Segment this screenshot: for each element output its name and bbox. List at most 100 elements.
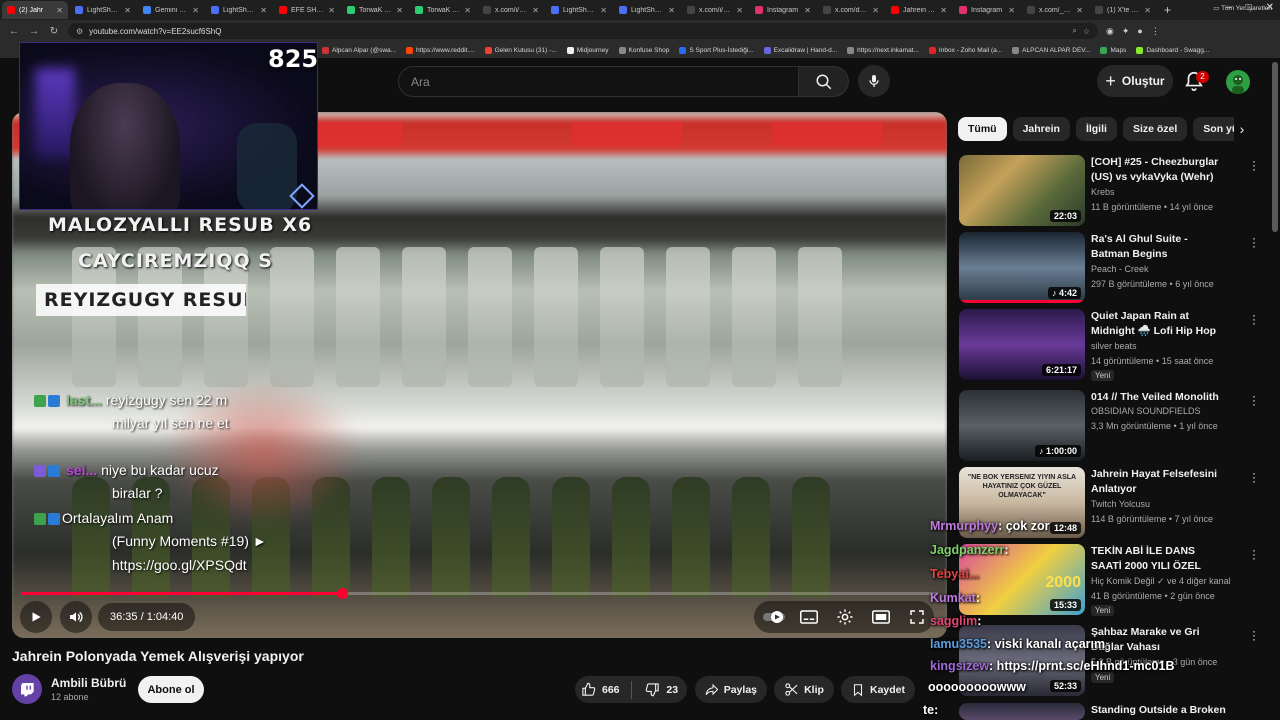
tab-close-icon[interactable]: ✕: [872, 6, 879, 15]
more-options-icon[interactable]: · · ·: [1249, 155, 1259, 175]
browser-tab[interactable]: Jahrein & C ✕: [886, 1, 952, 19]
tab-close-icon[interactable]: ✕: [56, 6, 63, 15]
all-bookmarks-folder[interactable]: ▭ Tüm Yer İşaretleri: [1213, 4, 1272, 12]
browser-tab[interactable]: Gemini Gen✕: [138, 1, 204, 19]
chevron-right-icon[interactable]: ›: [1233, 120, 1251, 138]
bookmark-item[interactable]: https://next.inkamat...: [847, 46, 919, 54]
browser-tab[interactable]: LightShot ta ✕: [546, 1, 612, 19]
bookmark-item[interactable]: S Sport Plus-İstediği...: [679, 46, 754, 54]
search-input[interactable]: Ara: [398, 66, 799, 97]
recommended-channel[interactable]: Twitch Yolcusu: [1091, 499, 1150, 509]
recommended-video[interactable]: 6:21:17 Quiet Japan Rain at Midnight 🌧️ L…: [959, 309, 1259, 381]
share-button[interactable]: Paylaş: [695, 676, 767, 703]
zoom-icon[interactable]: ⌕: [1072, 26, 1076, 36]
tab-close-icon[interactable]: ✕: [600, 6, 607, 15]
dislike-button[interactable]: 23: [637, 682, 688, 697]
settings-button[interactable]: [831, 601, 859, 633]
bookmark-item[interactable]: Excalidraw | Hand-d...: [763, 46, 837, 54]
filter-chip[interactable]: Size özel: [1122, 117, 1188, 141]
recommended-title[interactable]: 014 // The Veiled Monolith: [1091, 390, 1227, 405]
tab-close-icon[interactable]: ✕: [1144, 6, 1151, 15]
theater-mode-button[interactable]: [867, 601, 895, 633]
recommended-channel[interactable]: OBSIDIAN SOUNDFIELDS: [1091, 406, 1201, 416]
recommended-video[interactable]: ♪ 4:42 Ra's Al Ghul Suite - Batman Begins…: [959, 232, 1259, 304]
autoplay-toggle[interactable]: [760, 601, 788, 633]
tab-close-icon[interactable]: ✕: [124, 6, 131, 15]
tab-close-icon[interactable]: ✕: [940, 6, 947, 15]
bookmark-star-icon[interactable]: ☆: [1083, 27, 1090, 36]
puzzle-icon[interactable]: ✦: [1122, 26, 1130, 37]
video-thumbnail[interactable]: [959, 703, 1085, 720]
reload-icon[interactable]: ↻: [48, 26, 60, 37]
account-avatar[interactable]: [1226, 70, 1250, 94]
forward-icon[interactable]: →: [28, 26, 40, 37]
recommended-title[interactable]: Quiet Japan Rain at Midnight 🌧️ Lofi Hip…: [1091, 309, 1227, 339]
browser-tab[interactable]: x.com/i/stat ✕: [682, 1, 748, 19]
profile-icon[interactable]: ●: [1137, 26, 1142, 37]
volume-button[interactable]: [60, 601, 92, 633]
recommended-title[interactable]: Standing Outside a Broken: [1091, 703, 1227, 718]
extension-icon[interactable]: ◉: [1106, 26, 1114, 37]
voice-search-button[interactable]: [858, 65, 890, 97]
browser-tab[interactable]: x.com/daily ✕: [818, 1, 884, 19]
bookmark-item[interactable]: Gelen Kutusu (31) -...: [484, 46, 557, 54]
tab-close-icon[interactable]: ✕: [328, 6, 335, 15]
tab-close-icon[interactable]: ✕: [1008, 6, 1015, 15]
create-button[interactable]: + Oluştur: [1097, 65, 1173, 97]
browser-tab[interactable]: LightShot ta ✕: [206, 1, 272, 19]
video-thumbnail[interactable]: 6:21:17: [959, 309, 1085, 380]
filter-chip[interactable]: Jahrein: [1012, 117, 1070, 141]
save-button[interactable]: Kaydet: [841, 676, 915, 703]
tab-close-icon[interactable]: ✕: [532, 6, 539, 15]
subtitles-button[interactable]: [795, 601, 823, 633]
recommended-title[interactable]: Jahrein Hayat Felsefesini Anlatıyor: [1091, 467, 1227, 497]
browser-tab[interactable]: Instagram ✕: [954, 1, 1020, 19]
search-button[interactable]: [799, 66, 849, 97]
tab-close-icon[interactable]: ✕: [668, 6, 675, 15]
menu-icon[interactable]: ⋮: [1151, 26, 1160, 37]
recommended-channel[interactable]: silver beats: [1091, 341, 1137, 351]
browser-tab[interactable]: Instagram ✕: [750, 1, 816, 19]
browser-tab[interactable]: x.com/_mid ✕: [1022, 1, 1088, 19]
bookmark-item[interactable]: ALPCAN ALPAR DEV...: [1012, 46, 1090, 54]
play-button[interactable]: [20, 601, 52, 633]
bookmark-item[interactable]: Dashboard - Swagg...: [1136, 46, 1209, 54]
more-options-icon[interactable]: · · ·: [1249, 232, 1259, 252]
progress-bar[interactable]: [21, 588, 938, 599]
recommended-title[interactable]: Ra's Al Ghul Suite - Batman Begins Sound…: [1091, 232, 1227, 262]
recommended-title[interactable]: [COH] #25 - Cheezburglar (US) vs vykaVyk…: [1091, 155, 1227, 185]
tab-close-icon[interactable]: ✕: [260, 6, 267, 15]
tab-close-icon[interactable]: ✕: [736, 6, 743, 15]
browser-tab[interactable]: (2) Jahr ✕: [2, 1, 68, 19]
bookmark-item[interactable]: Inbox - Zoho Mail (a...: [928, 46, 1002, 54]
progress-scrubber[interactable]: [336, 588, 348, 599]
more-options-icon[interactable]: · · ·: [1249, 390, 1259, 410]
recommended-channel[interactable]: Krebs: [1091, 187, 1115, 197]
page-scrollbar[interactable]: [1272, 62, 1278, 232]
filter-chip[interactable]: İlgili: [1075, 117, 1117, 141]
tab-close-icon[interactable]: ✕: [396, 6, 403, 15]
channel-avatar[interactable]: [12, 674, 42, 704]
tab-close-icon[interactable]: ✕: [804, 6, 811, 15]
tab-close-icon[interactable]: ✕: [464, 6, 471, 15]
bookmark-item[interactable]: Maps: [1100, 46, 1126, 54]
video-thumbnail[interactable]: 22:03: [959, 155, 1085, 226]
bookmark-item[interactable]: Midjourney: [566, 46, 609, 54]
back-icon[interactable]: ←: [8, 26, 20, 37]
recommended-channel[interactable]: Peach - Creek: [1091, 264, 1149, 274]
bookmark-item[interactable]: https://www.reddit....: [406, 46, 475, 54]
browser-tab[interactable]: x.com/i/stat ✕: [478, 1, 544, 19]
bookmark-item[interactable]: Alpcan Alpar (@swa...: [322, 46, 396, 54]
more-options-icon[interactable]: · · ·: [1249, 467, 1259, 487]
recommended-title[interactable]: Şahbaz Marake ve Gri Dağlar Vahası: [1091, 625, 1227, 655]
recommended-video[interactable]: 22:03 [COH] #25 - Cheezburglar (US) vs vy…: [959, 155, 1259, 227]
browser-tab[interactable]: TorwaK - W ✕: [410, 1, 476, 19]
clip-button[interactable]: Klip: [774, 676, 834, 703]
tab-close-icon[interactable]: ✕: [192, 6, 199, 15]
new-tab-icon[interactable]: +: [1158, 3, 1177, 17]
more-options-icon[interactable]: · · ·: [1249, 544, 1259, 564]
bookmark-item[interactable]: Konfuse Shop: [618, 46, 669, 54]
browser-tab[interactable]: (1) X'te Mic ✕: [1090, 1, 1156, 19]
like-button[interactable]: 666: [575, 682, 626, 697]
tab-close-icon[interactable]: ✕: [1076, 6, 1083, 15]
